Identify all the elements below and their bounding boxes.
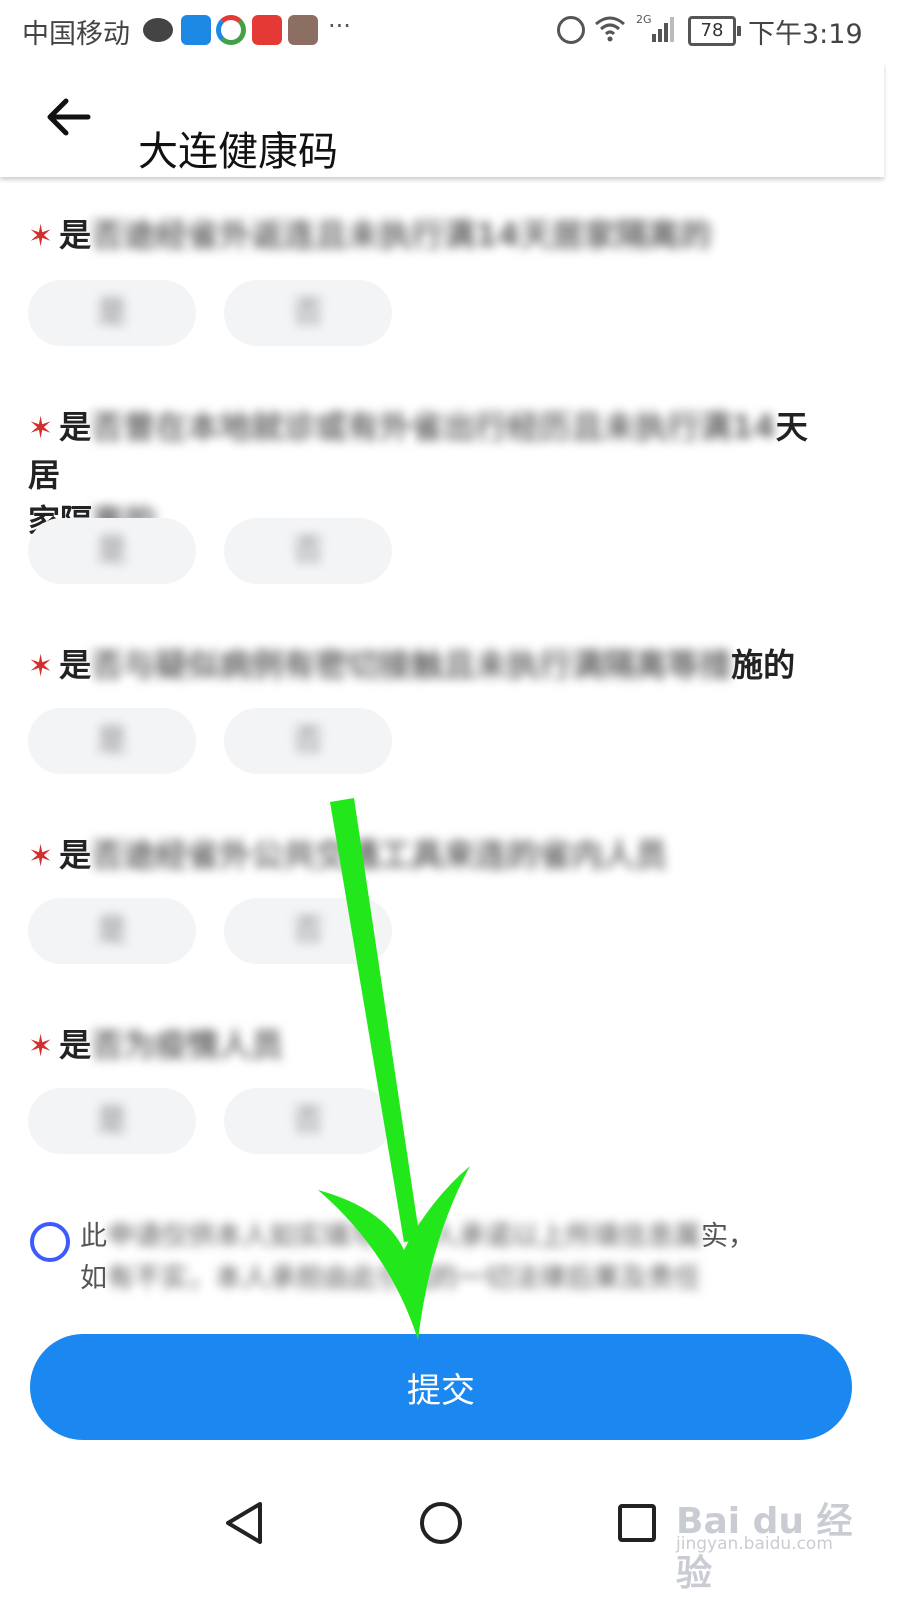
question-4: ✶ 是否途经省外公共交通工具来连的省内人员 是 否 [28,832,828,964]
clock: 下午3:19 [748,19,863,50]
question-text: ✶ 是否为疫情人员 [28,1022,828,1070]
submit-button[interactable]: 提交 [30,1334,852,1440]
question-3: ✶ 是否与疑似病例有密切接触且未执行满隔离等措施的 是 否 [28,642,828,774]
option-no-button[interactable]: 否 [224,280,392,346]
option-yes-button[interactable]: 是 [28,898,196,964]
option-yes-label: 是 [97,295,127,330]
option-no-button[interactable]: 否 [224,708,392,774]
option-yes-button[interactable]: 是 [28,1088,196,1154]
answer-options: 是 否 [28,518,428,584]
agreement-row: 此申请仅供本人如实填写，本人承诺以上所填信息属实， 如有不实，本人承担由此引起的… [30,1216,830,1296]
question-2: ✶是否曾在本地就诊或有外省出行经历且未执行满14天居 家隔离的 是 否 [28,404,828,584]
question-blurred-text: 否曾在本地就诊或有外省出行经历且未执行满14 [91,408,776,446]
agreement-line1-blurred: 申请仅供本人如实填写，本人承诺以上所填信息属 [107,1221,701,1252]
agreement-radio[interactable] [30,1222,70,1262]
answer-options: 是 否 [28,280,428,346]
option-no-button[interactable]: 否 [224,898,392,964]
question-blurred-text: 否途经省外返连且未执行满14天居家隔离的 [91,216,712,254]
option-no-button[interactable]: 否 [224,518,392,584]
question-blurred-text: 否与疑似病例有密切接触且未执行满隔离等措 [91,646,732,684]
signal-icon: 2G [636,13,674,42]
question-1: ✶ 是否途经省外返连且未执行满14天居家隔离的 是 否 [28,212,828,346]
chat-notification-icon [143,18,173,42]
agreement-line1-start: 此 [80,1221,107,1252]
required-star-icon: ✶ [28,839,54,874]
back-arrow-icon[interactable] [44,92,94,142]
screen: 中国移动 ··· 2G 78 下午3:19 大连健康码 ✶ 是否途经省外返连且未… [0,0,900,1600]
status-bar: 中国移动 ··· 2G 78 下午3:19 [0,0,900,62]
alarm-icon [557,16,585,44]
shield-notification-icon [181,15,211,45]
agreement-line2-start: 如 [80,1263,107,1294]
page-title: 大连健康码 [138,128,338,175]
question-tail: 施的 [731,646,796,684]
option-yes-button[interactable]: 是 [28,708,196,774]
required-star-icon: ✶ [28,411,54,446]
question-text: ✶ 是否途经省外公共交通工具来连的省内人员 [28,832,828,880]
option-no-button[interactable]: 否 [224,1088,392,1154]
question-blurred-text: 否为疫情人员 [91,1026,284,1064]
option-yes-button[interactable]: 是 [28,518,196,584]
carrier-name: 中国移动 [22,19,130,50]
option-yes-button[interactable]: 是 [28,280,196,346]
answer-options: 是 否 [28,1088,428,1154]
answer-options: 是 否 [28,898,428,964]
nav-home-icon[interactable] [416,1498,466,1548]
browser-notification-icon [216,15,246,45]
question-prefix: 是 [59,408,92,446]
option-no-label: 否 [293,913,323,948]
nav-recent-apps-icon[interactable] [612,1498,662,1548]
agreement-line1-end: 实， [701,1221,755,1252]
option-yes-label: 是 [97,913,127,948]
question-5: ✶ 是否为疫情人员 是 否 [28,1022,828,1154]
nav-back-icon[interactable] [220,1498,270,1548]
question-prefix: 是 [59,216,92,254]
news-notification-icon [288,15,318,45]
system-nav-bar: Bai du 经验 jingyan.baidu.com [0,1460,900,1600]
option-no-label: 否 [293,723,323,758]
question-blurred-text: 否途经省外公共交通工具来连的省内人员 [91,836,668,874]
question-text: ✶ 是否途经省外返连且未执行满14天居家隔离的 [28,212,828,260]
option-no-label: 否 [293,1103,323,1138]
answer-options: 是 否 [28,708,428,774]
required-star-icon: ✶ [28,649,54,684]
wifi-icon [595,16,625,42]
network-type-label: 2G [636,13,652,26]
option-no-label: 否 [293,533,323,568]
watermark-sub: jingyan.baidu.com [676,1534,833,1554]
question-prefix: 是 [59,646,92,684]
option-yes-label: 是 [97,723,127,758]
option-yes-label: 是 [97,1103,127,1138]
option-no-label: 否 [293,295,323,330]
app-bar: 大连健康码 [0,62,884,177]
option-yes-label: 是 [97,533,127,568]
required-star-icon: ✶ [28,219,54,254]
question-text: ✶ 是否与疑似病例有密切接触且未执行满隔离等措施的 [28,642,828,690]
agreement-line2-blurred: 有不实，本人承担由此引起的一切法律后果及责任 [107,1263,701,1294]
more-notifications-icon: ··· [328,12,351,40]
app-notification-icon [252,15,282,45]
question-prefix: 是 [59,1026,92,1064]
agreement-text: 此申请仅供本人如实填写，本人承诺以上所填信息属实， 如有不实，本人承担由此引起的… [80,1216,840,1300]
question-prefix: 是 [59,836,92,874]
required-star-icon: ✶ [28,1029,54,1064]
baidu-watermark: Bai du 经验 jingyan.baidu.com [676,1492,876,1594]
battery-icon: 78 [688,16,741,46]
